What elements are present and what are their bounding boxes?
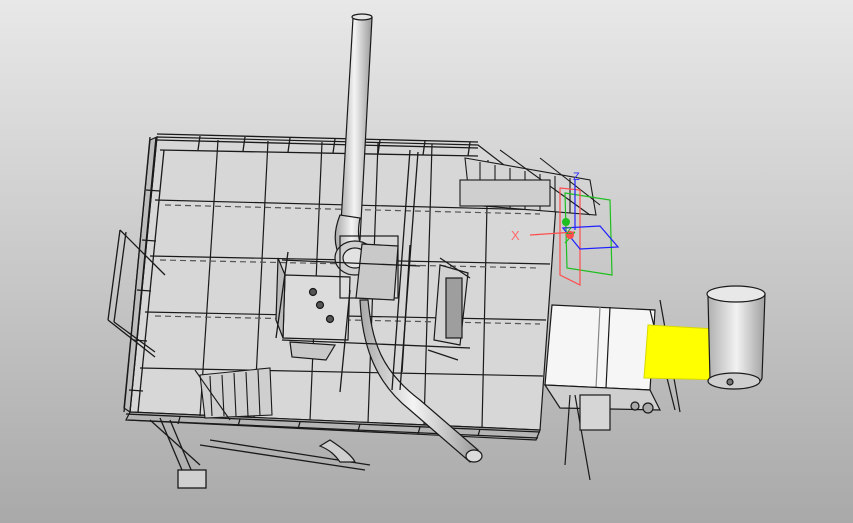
y-axis-label: Z xyxy=(573,171,580,183)
z-axis-label: Z xyxy=(566,226,573,237)
stair-rail[interactable] xyxy=(194,367,273,421)
selected-cylinder[interactable] xyxy=(706,285,766,390)
3d-scene[interactable] xyxy=(0,0,853,523)
x-axis-label: X xyxy=(511,228,520,243)
3d-model-viewport[interactable]: X Z Z xyxy=(0,0,853,523)
